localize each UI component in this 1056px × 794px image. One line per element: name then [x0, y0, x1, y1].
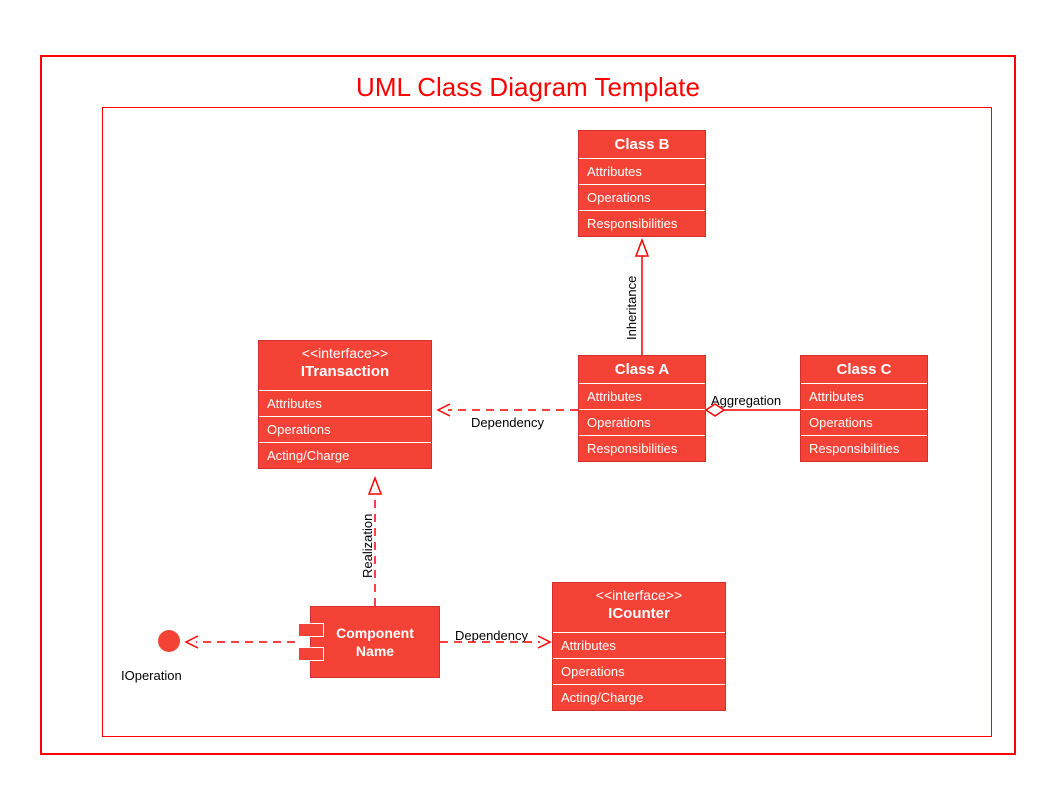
itransaction-title: ITransaction [259, 361, 431, 385]
realization-label: Realization [360, 514, 375, 578]
class-c-attributes: Attributes [801, 384, 927, 410]
class-c-responsibilities: Responsibilities [801, 436, 927, 461]
class-a-responsibilities: Responsibilities [579, 436, 705, 461]
inheritance-label: Inheritance [624, 276, 639, 340]
icounter: <<interface>> ICounter Attributes Operat… [552, 582, 726, 711]
component-tab-icon [298, 647, 324, 661]
class-c-title: Class C [801, 356, 927, 384]
icounter-acting: Acting/Charge [553, 685, 725, 710]
dependency-label-2: Dependency [455, 628, 528, 643]
component-tab-icon [298, 623, 324, 637]
class-c-operations: Operations [801, 410, 927, 436]
component-label: Component Name [336, 624, 414, 660]
aggregation-label: Aggregation [711, 393, 781, 408]
icounter-title: ICounter [553, 603, 725, 627]
icounter-attributes: Attributes [553, 633, 725, 659]
icounter-operations: Operations [553, 659, 725, 685]
class-c: Class C Attributes Operations Responsibi… [800, 355, 928, 462]
class-b-operations: Operations [579, 185, 705, 211]
class-b-responsibilities: Responsibilities [579, 211, 705, 236]
class-b-title: Class B [579, 131, 705, 159]
ioperation-label: IOperation [121, 668, 182, 683]
itransaction: <<interface>> ITransaction Attributes Op… [258, 340, 432, 469]
dependency-label-1: Dependency [471, 415, 544, 430]
class-a-title: Class A [579, 356, 705, 384]
component: Component Name [310, 606, 440, 678]
diagram-title: UML Class Diagram Template [42, 72, 1014, 103]
class-b-attributes: Attributes [579, 159, 705, 185]
ioperation-ball-icon [158, 630, 180, 652]
itransaction-stereotype: <<interface>> [259, 341, 431, 361]
icounter-stereotype: <<interface>> [553, 583, 725, 603]
class-a-attributes: Attributes [579, 384, 705, 410]
itransaction-attributes: Attributes [259, 391, 431, 417]
class-a: Class A Attributes Operations Responsibi… [578, 355, 706, 462]
class-a-operations: Operations [579, 410, 705, 436]
itransaction-acting: Acting/Charge [259, 443, 431, 468]
itransaction-operations: Operations [259, 417, 431, 443]
class-b: Class B Attributes Operations Responsibi… [578, 130, 706, 237]
